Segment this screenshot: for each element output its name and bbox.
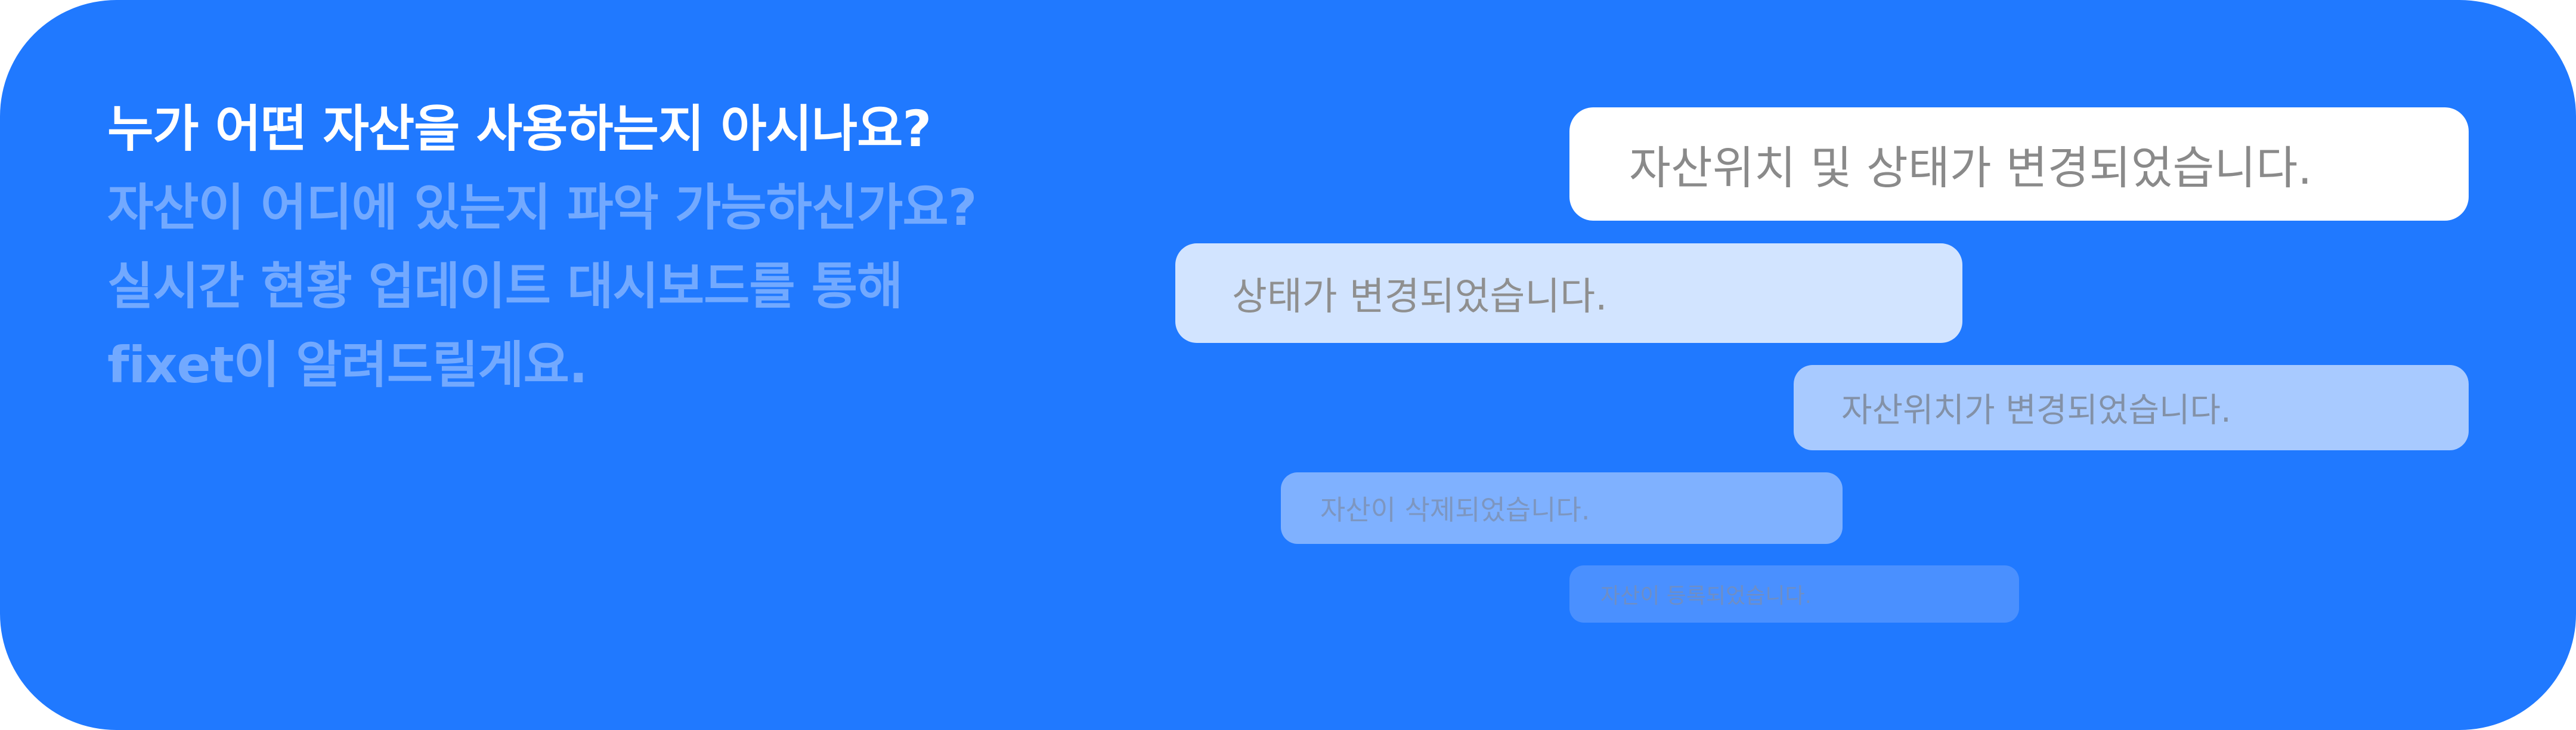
headline-fixet-line: fixet이 알려드릴게요.	[107, 336, 588, 394]
notification-text: 자산위치 및 상태가 변경되었습니다.	[1629, 141, 2312, 194]
headline: 누가 어떤 자산을 사용하는지 아시나요? 자산이 어디에 있는지 파악 가능하…	[107, 89, 1181, 404]
notification-location-status-changed: 자산위치 및 상태가 변경되었습니다.	[1569, 107, 2469, 221]
notification-text: 자산이 삭제되었습니다.	[1320, 494, 1590, 526]
feature-banner: 누가 어떤 자산을 사용하는지 아시나요? 자산이 어디에 있는지 파악 가능하…	[0, 0, 2576, 730]
notification-text: 상태가 변경되었습니다.	[1232, 274, 1608, 319]
headline-dashboard-line: 실시간 현황 업데이트 대시보드를 통해	[107, 257, 903, 315]
notification-asset-registered: 자산이 등록되었습니다.	[1569, 565, 2019, 623]
notification-text: 자산위치가 변경되었습니다.	[1841, 391, 2231, 430]
headline-location-line: 자산이 어디에 있는지 파악 가능하신가요?	[107, 178, 977, 237]
notification-asset-deleted: 자산이 삭제되었습니다.	[1281, 472, 1843, 544]
notification-text: 자산이 등록되었습니다.	[1600, 584, 1812, 608]
headline-question-line: 누가 어떤 자산을 사용하는지 아시나요?	[107, 100, 931, 158]
notification-location-changed: 자산위치가 변경되었습니다.	[1794, 365, 2469, 450]
notification-status-changed: 상태가 변경되었습니다.	[1175, 243, 1962, 343]
